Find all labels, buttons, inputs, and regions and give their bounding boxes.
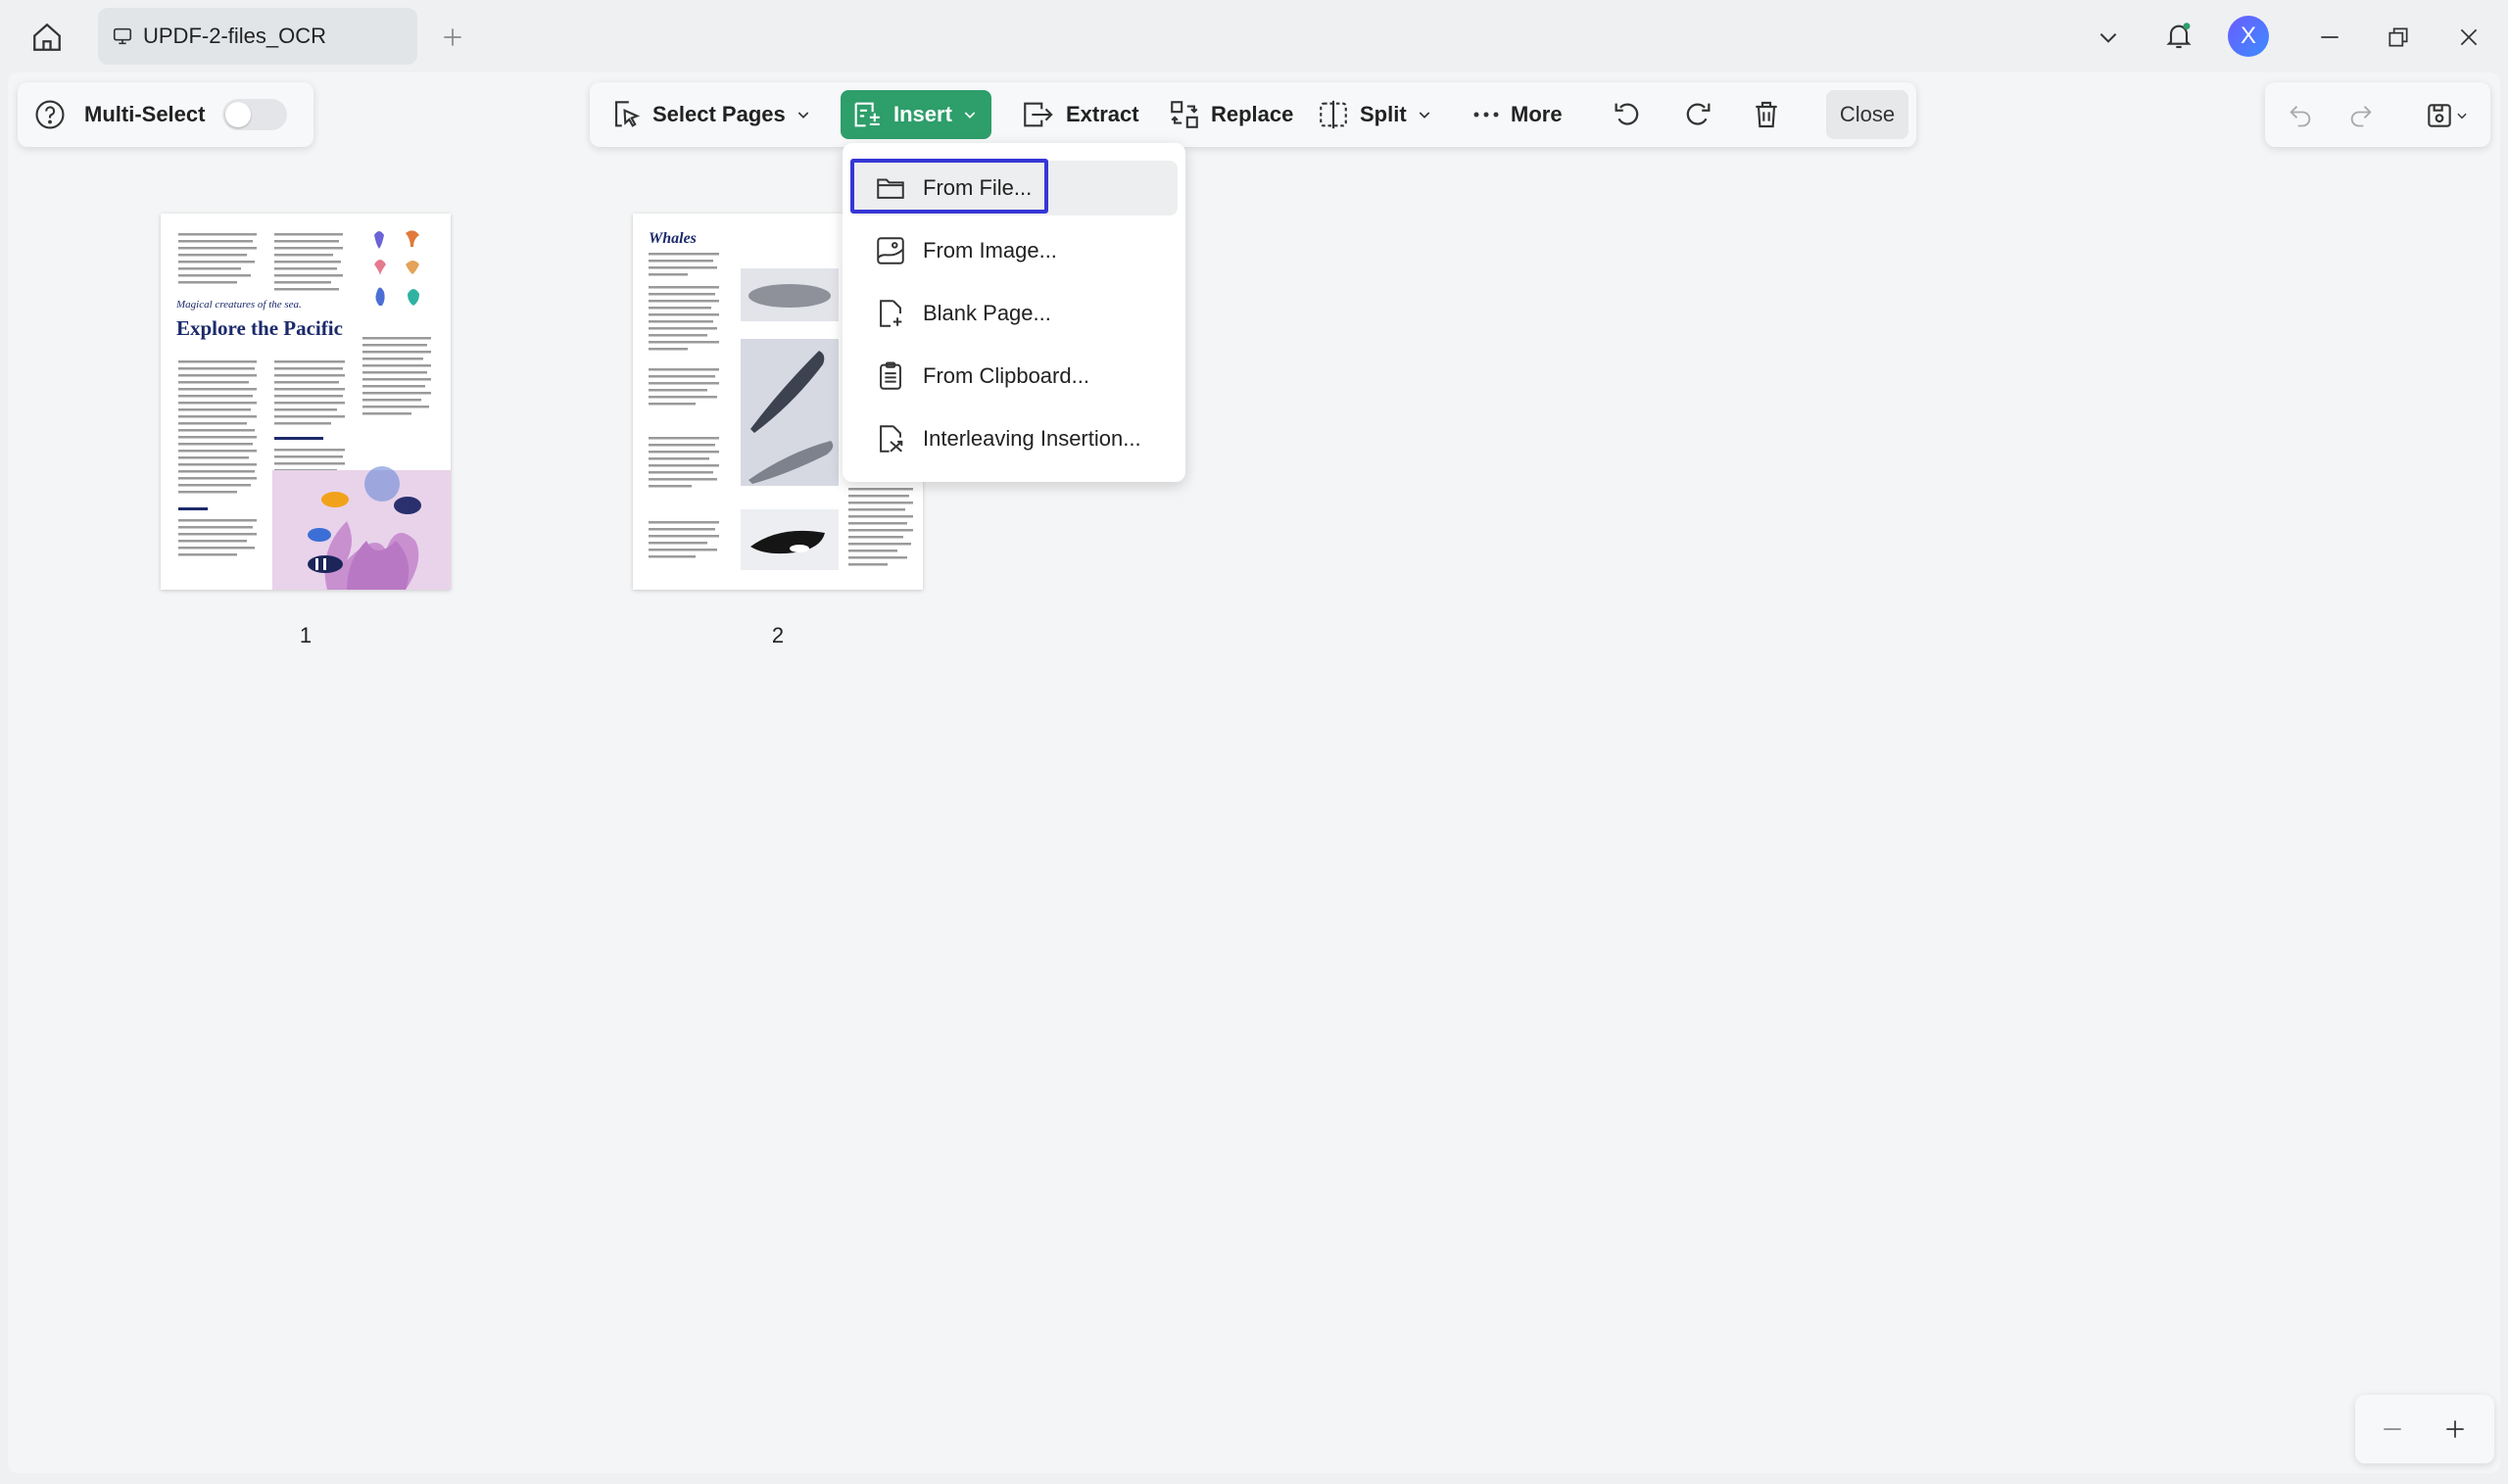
rotate-left-icon: [1615, 103, 1639, 125]
replace-icon: [1171, 101, 1198, 128]
keyboard-focus-ring: [850, 159, 1048, 214]
notifications-button[interactable]: [2157, 14, 2200, 57]
clipboard-icon: [880, 361, 901, 390]
page-number-2: 2: [771, 623, 785, 647]
menu-item-label: Interleaving Insertion...: [923, 426, 1141, 451]
right-toolbar: [2265, 82, 2490, 147]
plus-icon: [444, 28, 461, 46]
page-1-preview: Magical creatures of the sea. Explore th…: [175, 230, 451, 590]
more-dots-icon: [1473, 112, 1499, 118]
minimize-icon: [2321, 36, 2339, 38]
rotate-left-button[interactable]: [1603, 90, 1652, 139]
bell-icon: [2166, 23, 2192, 49]
minimize-button[interactable]: [2308, 16, 2351, 59]
rotate-right-button[interactable]: [1673, 90, 1722, 139]
replace-label: Replace: [1211, 102, 1294, 126]
title-bar: UPDF-2-files_OCR X: [0, 0, 2508, 72]
split-button[interactable]: Split: [1307, 90, 1442, 139]
insert-icon: [854, 102, 880, 127]
plus-icon: [2446, 1420, 2464, 1438]
multi-select-toggle[interactable]: [222, 99, 288, 130]
menu-item-label: Blank Page...: [923, 301, 1051, 325]
extract-label: Extract: [1066, 102, 1139, 126]
chevron-down-icon: [964, 112, 976, 119]
save-button[interactable]: [2412, 94, 2481, 137]
document-tab[interactable]: UPDF-2-files_OCR: [98, 8, 417, 65]
menu-item-label: From Image...: [923, 238, 1057, 263]
chevron-down-icon: [2099, 33, 2117, 43]
tab-title: UPDF-2-files_OCR: [143, 24, 327, 48]
interleave-icon: [880, 425, 903, 453]
menu-item-blank-page[interactable]: Blank Page...: [850, 286, 1178, 341]
image-icon: [877, 237, 904, 264]
extract-button[interactable]: Extract: [1009, 90, 1149, 139]
chevron-down-icon: [797, 112, 809, 119]
help-icon[interactable]: [33, 98, 67, 131]
more-button[interactable]: More: [1462, 90, 1572, 139]
more-label: More: [1511, 102, 1563, 126]
page-1-title: Explore the Pacific: [176, 316, 343, 340]
chevron-down-icon: [2457, 113, 2467, 120]
restore-button[interactable]: [2377, 16, 2420, 59]
minus-icon: [2384, 1428, 2401, 1430]
extract-icon: [1024, 102, 1053, 127]
user-avatar[interactable]: X: [2228, 16, 2269, 57]
close-button[interactable]: Close: [1826, 90, 1908, 139]
redo-button[interactable]: [2339, 94, 2383, 137]
zoom-out-button[interactable]: [2371, 1408, 2414, 1451]
insert-button[interactable]: Insert: [841, 90, 991, 139]
restore-icon: [2388, 27, 2408, 47]
split-label: Split: [1360, 102, 1407, 126]
menu-item-from-clipboard[interactable]: From Clipboard...: [850, 349, 1178, 404]
rotate-right-icon: [1686, 103, 1711, 125]
home-button[interactable]: [25, 16, 69, 59]
select-pages-label: Select Pages: [652, 102, 786, 126]
menu-item-from-image[interactable]: From Image...: [850, 223, 1178, 278]
menu-item-label: From Clipboard...: [923, 363, 1089, 388]
tabs-dropdown-button[interactable]: [2087, 16, 2130, 59]
replace-button[interactable]: Replace: [1158, 90, 1303, 139]
save-icon: [2428, 104, 2451, 127]
trash-icon: [1756, 101, 1777, 128]
toggle-knob: [225, 102, 252, 127]
page-number-1: 1: [299, 623, 313, 647]
redo-icon: [2350, 106, 2372, 127]
undo-button[interactable]: [2279, 94, 2322, 137]
page-thumbnail-1[interactable]: Magical creatures of the sea. Explore th…: [161, 214, 451, 590]
delete-button[interactable]: [1742, 90, 1791, 139]
close-window-button[interactable]: [2447, 16, 2490, 59]
home-icon: [33, 23, 61, 51]
undo-icon: [2290, 106, 2311, 127]
chevron-down-icon: [1419, 112, 1429, 119]
multi-select-label: Multi-Select: [84, 102, 206, 126]
zoom-in-button[interactable]: [2434, 1408, 2477, 1451]
insert-label: Insert: [893, 102, 952, 126]
page-1-subtitle: Magical creatures of the sea.: [175, 299, 302, 311]
select-pages-icon: [615, 101, 641, 127]
select-pages-button[interactable]: Select Pages: [600, 90, 821, 139]
monitor-icon: [113, 27, 132, 45]
close-icon: [2460, 28, 2478, 46]
zoom-controls: [2355, 1395, 2494, 1463]
blank-page-icon: [880, 300, 902, 327]
page-2-title: Whales: [649, 230, 697, 247]
split-icon: [1320, 100, 1347, 129]
menu-item-interleaving-insertion[interactable]: Interleaving Insertion...: [850, 411, 1178, 466]
main-toolbar: Select Pages Insert Extract Replace Spli…: [590, 82, 1916, 147]
new-tab-button[interactable]: [431, 16, 474, 59]
multi-select-panel: Multi-Select: [18, 82, 314, 147]
